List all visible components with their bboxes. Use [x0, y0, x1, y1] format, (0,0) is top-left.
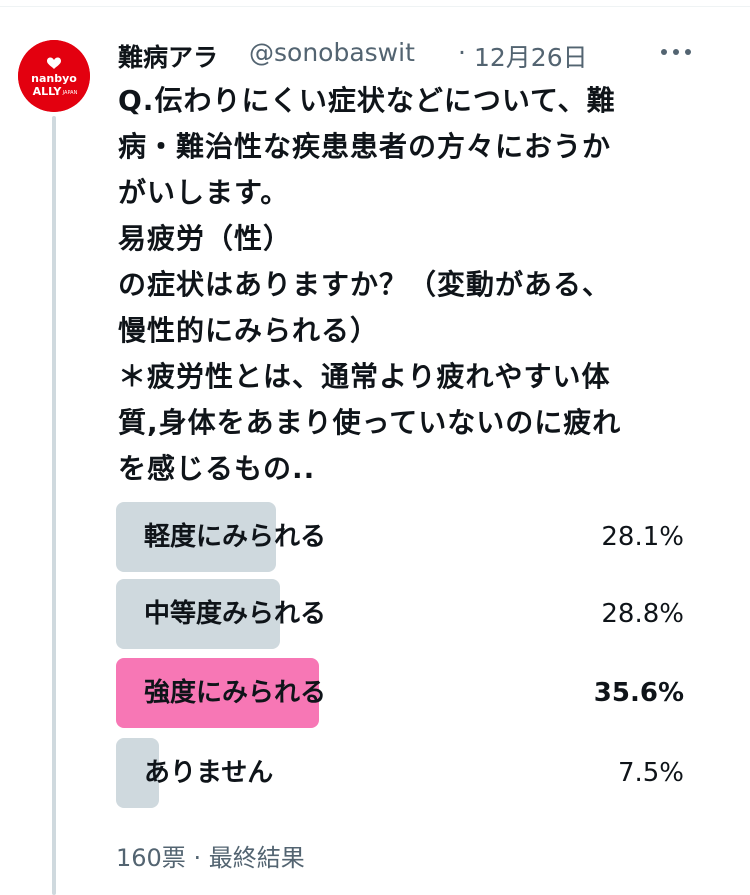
tweet-text-line: 慢性的にみられる） [118, 314, 380, 347]
tweet-text-line: の症状はありますか？（変動がある、 [118, 268, 612, 301]
poll-option-percent: 28.1% [601, 522, 684, 552]
poll-option-label: 強度にみられる [144, 678, 327, 708]
poll-footer: 160票 · 最終結果 [116, 838, 305, 878]
tweet-text-line: 質,身体をあまり使っていないのに疲れ [118, 406, 622, 439]
tweet-text-line: がいします。 [118, 176, 290, 209]
poll-vote-count: 160票 [116, 844, 186, 872]
poll-option-label: 中等度みられる [144, 599, 327, 629]
nanbyo-ally-japan-logo: nanbyo ALLY JAPAN [18, 40, 90, 112]
tweet-text-line: 易疲労（性） [118, 222, 293, 255]
poll-option-percent: 28.8% [601, 599, 684, 629]
poll-option[interactable]: 強度にみられる 35.6% [116, 658, 686, 728]
poll-option-label: 軽度にみられる [144, 522, 327, 552]
poll-option[interactable]: 軽度にみられる 28.1% [116, 502, 686, 572]
post-date[interactable]: 12月26日 [474, 38, 588, 74]
display-name[interactable]: 難病アラ [118, 38, 218, 74]
avatar-text-japan: JAPAN [62, 90, 78, 96]
more-horizontal-icon [661, 49, 667, 55]
poll-option[interactable]: 中等度みられる 28.8% [116, 579, 686, 649]
poll-option[interactable]: ありません 7.5% [116, 738, 686, 808]
tweet-header: 難病アラ @sonobaswit · 12月26日 [118, 34, 738, 78]
tweet-text: Q.伝わりにくい症状などについて、難 病・難治性な疾患患者の方々におうか がいし… [118, 78, 708, 492]
poll-footer-separator: · [193, 844, 202, 872]
avatar[interactable]: nanbyo ALLY JAPAN [18, 40, 90, 112]
more-options-button[interactable] [654, 34, 698, 70]
avatar-text-ally: ALLY [33, 85, 63, 98]
thread-line [52, 116, 56, 895]
user-handle[interactable]: @sonobaswit [249, 38, 415, 67]
poll-status: 最終結果 [208, 844, 305, 872]
poll-option-percent: 7.5% [617, 758, 684, 788]
header-separator: · [458, 38, 466, 67]
top-divider [0, 6, 750, 7]
tweet-text-line: ＊疲労性とは、通常より疲れやすい体 [118, 360, 611, 393]
tweet-text-line: を感じるもの.. [118, 452, 316, 485]
tweet-text-line: Q.伝わりにくい症状などについて、難 [118, 84, 616, 117]
tweet-text-line: 病・難治性な疾患患者の方々におうか [118, 130, 612, 163]
avatar-text-nanbyo: nanbyo [31, 72, 77, 85]
poll-option-label: ありません [144, 758, 274, 788]
poll-option-percent: 35.6% [593, 678, 684, 708]
